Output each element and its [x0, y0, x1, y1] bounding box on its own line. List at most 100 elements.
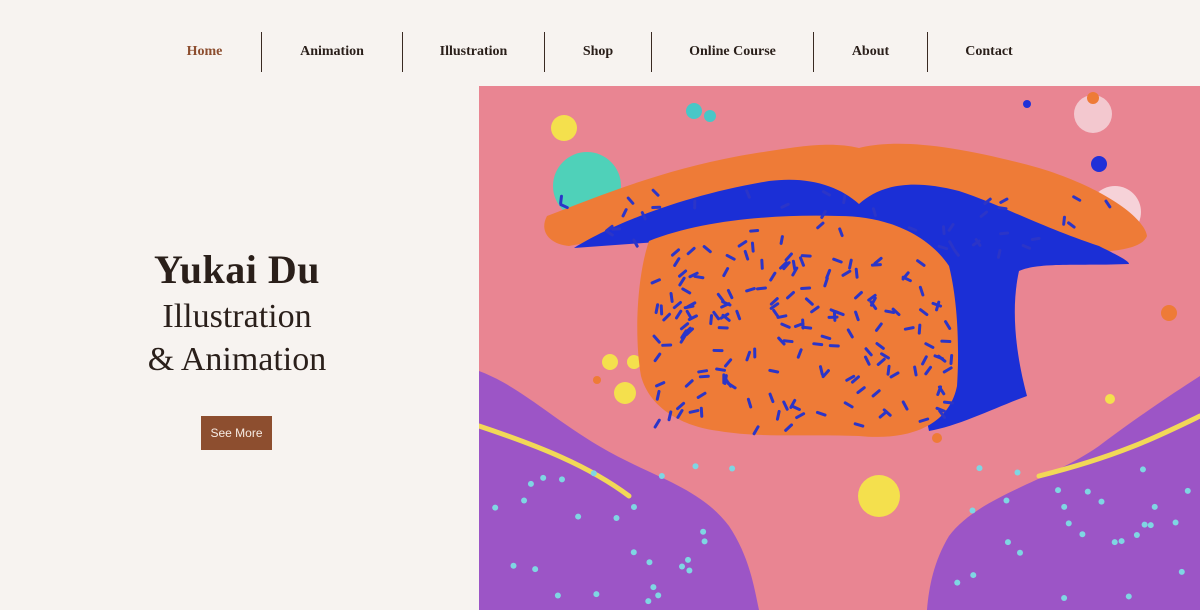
hat-dash — [848, 258, 853, 270]
hat-dash — [559, 194, 563, 205]
hat-dash — [800, 286, 812, 291]
hat-dash — [715, 367, 727, 372]
hand-dot — [1065, 520, 1072, 527]
hand-dot — [492, 504, 499, 511]
nav-item-contact[interactable]: Contact — [928, 32, 1050, 72]
hand-dot — [729, 465, 736, 472]
hat-dash — [1030, 236, 1041, 241]
hat-dash — [698, 374, 710, 379]
see-more-button[interactable]: See More — [201, 416, 272, 450]
hat-dash — [667, 410, 673, 422]
hat-dash — [655, 389, 661, 401]
hat-dash — [683, 304, 695, 310]
hat-dash — [996, 248, 1002, 259]
hat-dash — [942, 225, 946, 236]
nav-item-animation[interactable]: Animation — [262, 32, 402, 72]
hat-dash — [818, 365, 824, 376]
hat-dash — [884, 309, 896, 314]
hat-dash — [697, 369, 709, 374]
hand-dot — [630, 504, 637, 511]
hat-dash — [997, 206, 1008, 211]
hand-dot — [650, 584, 657, 591]
hat-dash — [917, 323, 922, 335]
hand-dot — [1004, 539, 1011, 546]
hand-dot — [686, 567, 693, 574]
hand-dot — [540, 474, 547, 481]
hero-illustration — [479, 86, 1200, 610]
hat-dash — [913, 365, 918, 377]
hat-dash — [999, 231, 1010, 236]
hand-dot — [613, 515, 620, 522]
hat-dash — [750, 241, 755, 253]
hat-dash — [886, 364, 891, 376]
hat-dash — [654, 303, 660, 315]
hat-dash — [791, 259, 797, 271]
site-title: Yukai Du — [154, 247, 320, 292]
hat-dash — [709, 314, 714, 326]
nav-item-home[interactable]: Home — [148, 32, 261, 72]
hand-dot — [701, 538, 708, 545]
nav-item-illustration[interactable]: Illustration — [403, 32, 544, 72]
hat-dash — [749, 228, 760, 233]
hand-dot — [969, 507, 976, 514]
hand-dot — [1125, 593, 1132, 600]
nav-item-about[interactable]: About — [814, 32, 927, 72]
hand-dot — [521, 497, 528, 504]
hand-dot — [527, 480, 534, 487]
hand-dot — [646, 559, 653, 566]
hat-dash — [842, 194, 847, 205]
hand-dot — [679, 563, 686, 570]
hat-dash — [1062, 215, 1066, 226]
hand-dot — [684, 556, 691, 563]
hat-dash — [693, 274, 705, 280]
nav-item-online-course[interactable]: Online Course — [652, 32, 813, 72]
hat-dash — [775, 409, 781, 421]
hand-dot — [590, 470, 597, 477]
hat-dash — [812, 342, 824, 347]
hat-dash — [699, 406, 704, 418]
hand-dot — [970, 572, 977, 579]
hat-dash — [669, 292, 674, 303]
hand-dot — [1061, 595, 1068, 602]
hand-dot — [976, 465, 983, 472]
hand-dot — [510, 562, 517, 569]
nav-item-shop[interactable]: Shop — [545, 32, 651, 72]
hat-dash — [768, 368, 780, 374]
hand-dot — [692, 463, 699, 470]
hat-dash — [949, 354, 954, 366]
hand-dot — [1014, 469, 1021, 476]
hand-dot — [1118, 538, 1125, 545]
hand-dot — [554, 592, 561, 599]
hand-dot — [1111, 539, 1118, 546]
hand-dot — [1017, 549, 1024, 556]
hat-dash — [942, 400, 954, 405]
illustration-artwork — [479, 86, 1200, 610]
hand-dot — [700, 528, 707, 535]
hand-dot — [1147, 522, 1154, 529]
hand-dot — [954, 579, 961, 586]
hand-dot — [575, 513, 582, 520]
hand-dot — [532, 566, 539, 573]
hand-dot — [1172, 519, 1179, 526]
hand-dot — [658, 473, 665, 480]
hand-dot — [630, 549, 637, 556]
hand-dot — [1141, 521, 1148, 528]
hero-subtitle-line-1: Illustration — [162, 298, 312, 335]
hand-dot — [1098, 498, 1105, 505]
hand-dot — [1178, 568, 1185, 575]
hat-dash — [871, 207, 877, 217]
main-nav: Home Animation Illustration Shop Online … — [148, 32, 1050, 72]
hat-dash — [756, 286, 767, 291]
hat-dash — [782, 339, 794, 344]
hand-dot — [1084, 488, 1091, 495]
hand-dot — [645, 598, 652, 605]
hand-dot — [1133, 532, 1140, 539]
hero-heading: Yukai Du Illustration & Animation — [92, 245, 382, 381]
hand-dot — [1139, 466, 1146, 473]
hand-dot — [1061, 503, 1068, 510]
hand-dot — [1055, 487, 1062, 494]
hat-dash — [779, 235, 784, 245]
hand-dot — [1079, 531, 1086, 538]
hand-dot — [1184, 487, 1191, 494]
hand-dot — [655, 592, 662, 599]
